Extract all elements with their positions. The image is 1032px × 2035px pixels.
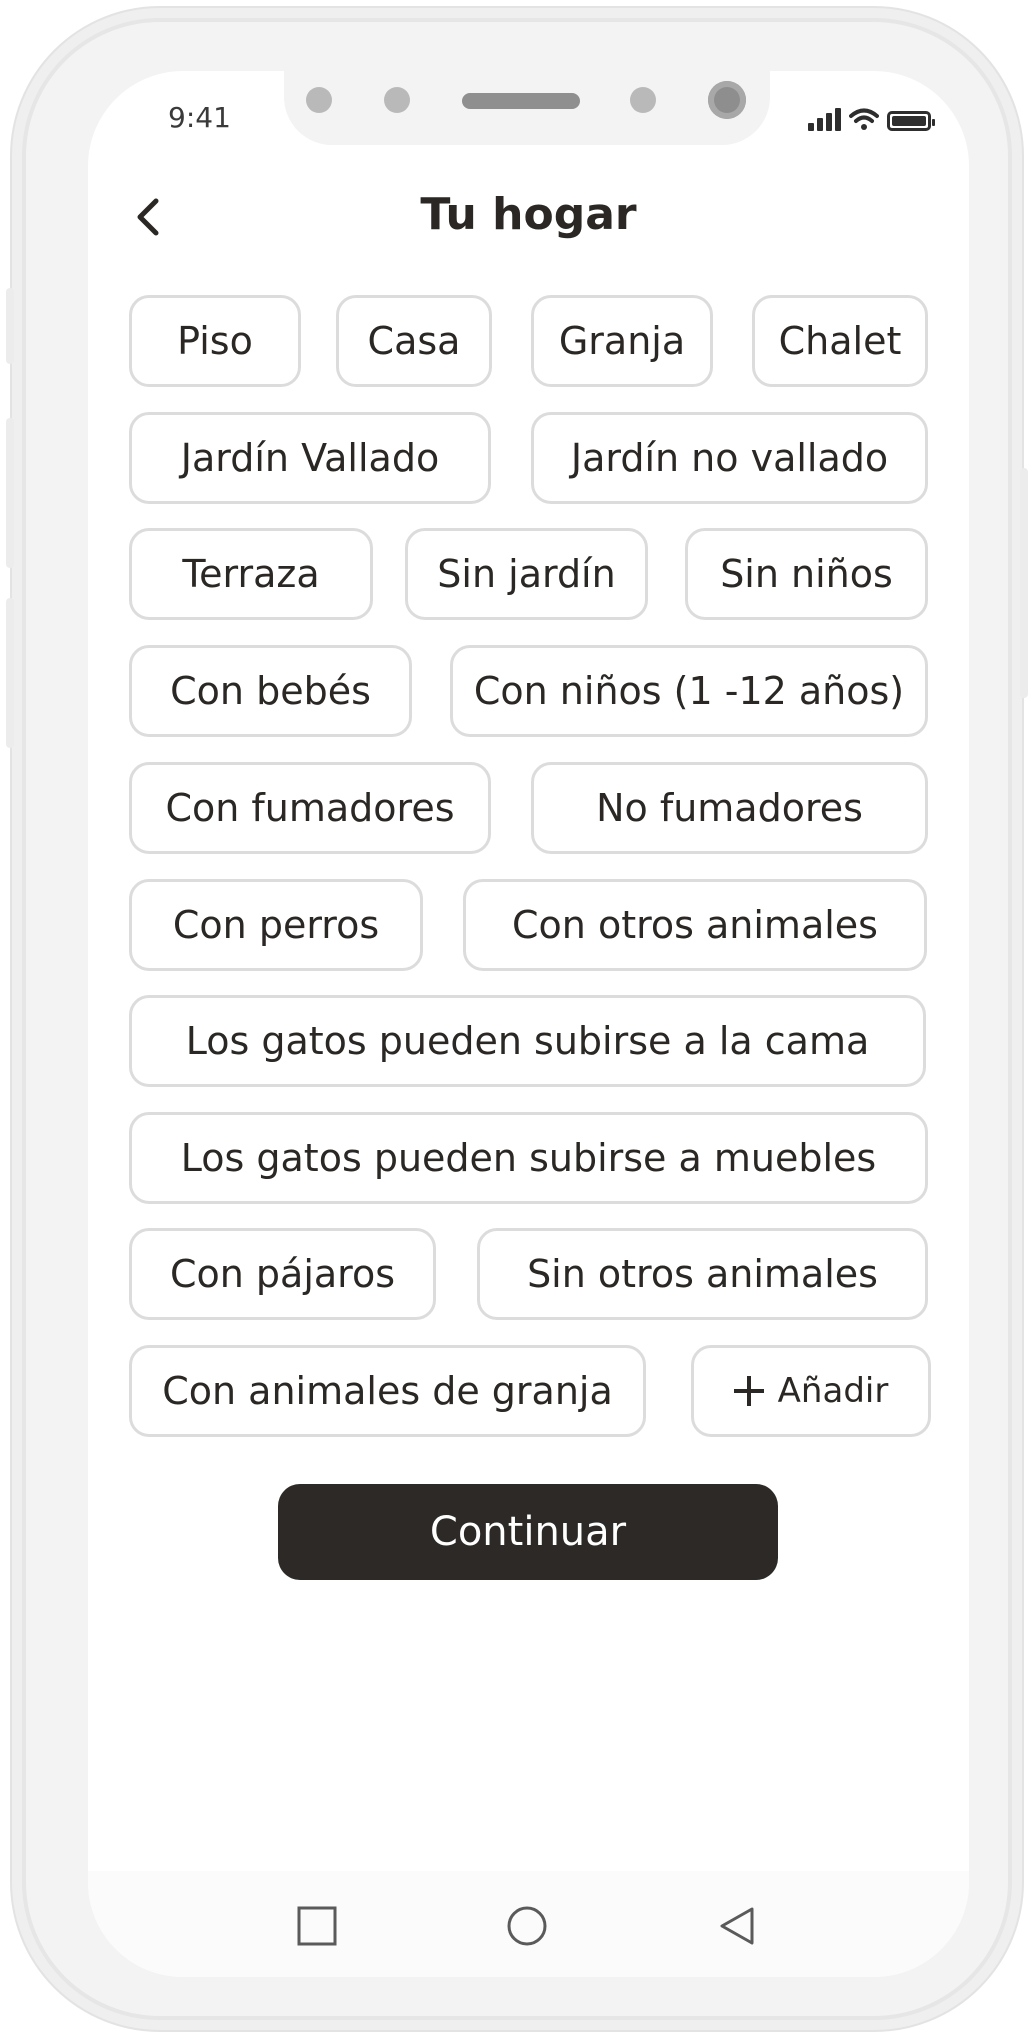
phone-frame: 9:41 Tu hogar Piso Casa Granja Chalet Ja…: [6, 6, 1028, 2032]
speaker-grille: [462, 93, 580, 109]
chip-option[interactable]: Con fumadores: [129, 762, 491, 854]
chip-option[interactable]: Jardín Vallado: [129, 412, 491, 504]
chip-option[interactable]: Con niños (1 -12 años): [450, 645, 928, 737]
chip-option[interactable]: Con animales de granja: [129, 1345, 646, 1437]
android-navbar: [88, 1871, 969, 1977]
square-icon[interactable]: [296, 1905, 338, 1947]
page-title: Tu hogar: [420, 189, 637, 240]
triangle-back-icon[interactable]: [716, 1905, 758, 1947]
front-camera: [708, 81, 746, 119]
chip-option[interactable]: Jardín no vallado: [531, 412, 928, 504]
continue-button[interactable]: Continuar: [278, 1484, 778, 1580]
phone-side-button: [6, 598, 14, 748]
status-time: 9:41: [168, 101, 231, 134]
phone-side-button: [1020, 468, 1028, 698]
chip-option[interactable]: Los gatos pueden subirse a la cama: [129, 995, 926, 1087]
battery-icon: [887, 111, 935, 131]
chip-option[interactable]: Granja: [531, 295, 713, 387]
chip-option[interactable]: Con pájaros: [129, 1228, 436, 1320]
plus-icon: [733, 1376, 764, 1406]
chip-option[interactable]: Sin otros animales: [477, 1228, 928, 1320]
chip-option[interactable]: Sin jardín: [405, 528, 648, 620]
chip-option[interactable]: Casa: [336, 295, 492, 387]
chip-option[interactable]: Piso: [129, 295, 301, 387]
chip-option[interactable]: Con otros animales: [463, 879, 927, 971]
notch: [284, 71, 770, 145]
screen: 9:41 Tu hogar Piso Casa Granja Chalet Ja…: [88, 71, 969, 1977]
chip-option[interactable]: Chalet: [752, 295, 928, 387]
phone-side-button: [6, 418, 14, 568]
sensor-dot: [306, 87, 332, 113]
chip-option[interactable]: Los gatos pueden subirse a muebles: [129, 1112, 928, 1204]
phone-side-button: [6, 288, 14, 364]
add-chip-button[interactable]: Añadir: [691, 1345, 931, 1437]
sensor-dot: [384, 87, 410, 113]
signal-icon: [808, 108, 841, 131]
chip-option[interactable]: Terraza: [129, 528, 373, 620]
add-chip-label: Añadir: [777, 1371, 889, 1411]
chip-option[interactable]: No fumadores: [531, 762, 928, 854]
status-icons: [808, 107, 935, 131]
circle-icon[interactable]: [506, 1905, 548, 1947]
wifi-icon: [849, 108, 879, 130]
sensor-dot: [630, 87, 656, 113]
chip-option[interactable]: Con bebés: [129, 645, 412, 737]
chip-option[interactable]: Sin niños: [685, 528, 928, 620]
chip-option[interactable]: Con perros: [129, 879, 423, 971]
